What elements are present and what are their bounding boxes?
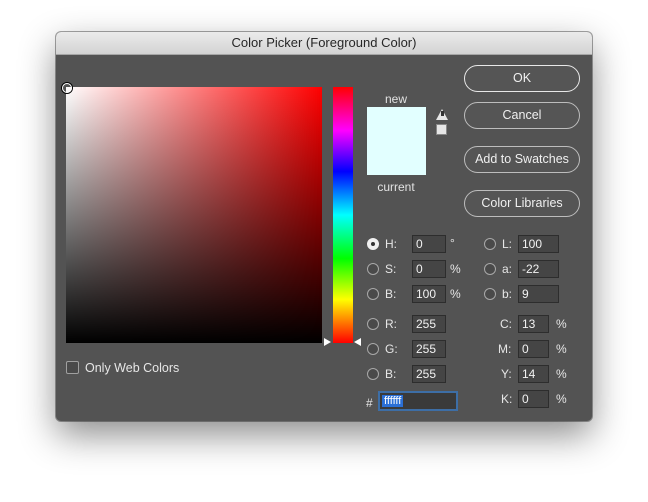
black-input[interactable]: 0 — [518, 390, 549, 408]
lightness-input[interactable]: 100 — [518, 235, 559, 253]
radio-blue[interactable] — [367, 368, 379, 380]
a-channel-label: a: — [502, 262, 513, 276]
yellow-unit: % — [556, 367, 567, 381]
a-channel-input[interactable]: -22 — [518, 260, 559, 278]
yellow-label: Y: — [501, 367, 512, 381]
radio-saturation[interactable] — [367, 263, 379, 275]
ok-button[interactable]: OK — [464, 65, 580, 92]
cyan-label: C: — [500, 317, 512, 331]
radio-a-channel[interactable] — [484, 263, 496, 275]
radio-b-channel[interactable] — [484, 288, 496, 300]
green-label: G: — [385, 342, 398, 356]
red-label: R: — [385, 317, 397, 331]
hue-slider[interactable] — [333, 87, 353, 343]
radio-brightness[interactable] — [367, 288, 379, 300]
green-input[interactable]: 255 — [412, 340, 446, 358]
new-label: new — [384, 92, 407, 106]
brightness-input[interactable]: 100 — [412, 285, 446, 303]
new-color-swatch — [367, 107, 426, 141]
out-of-gamut-warning-icon[interactable] — [436, 109, 448, 120]
cyan-input[interactable]: 13 — [518, 315, 549, 333]
saturation-unit: % — [450, 262, 461, 276]
color-field[interactable] — [66, 87, 322, 343]
black-label: K: — [501, 392, 513, 406]
radio-red[interactable] — [367, 318, 379, 330]
only-web-colors-label: Only Web Colors — [85, 361, 180, 375]
magenta-unit: % — [556, 342, 567, 356]
b-channel-input[interactable]: 9 — [518, 285, 559, 303]
hex-prefix: # — [366, 396, 373, 410]
color-libraries-button[interactable]: Color Libraries — [464, 190, 580, 217]
color-field-marker[interactable] — [62, 83, 72, 93]
color-picker-dialog: Color Picker (Foreground Color) new curr… — [56, 32, 592, 421]
hue-label: H: — [385, 237, 397, 251]
magenta-label: M: — [498, 342, 512, 356]
cyan-unit: % — [556, 317, 567, 331]
hue-slider-left-handle-icon[interactable] — [324, 338, 331, 346]
blue-label: B: — [385, 367, 397, 381]
hue-slider-right-handle-icon[interactable] — [354, 338, 361, 346]
hex-input[interactable]: ffffff — [378, 391, 458, 411]
radio-hue[interactable] — [367, 238, 379, 250]
lightness-label: L: — [502, 237, 513, 251]
blue-input[interactable]: 255 — [412, 365, 446, 383]
current-label: current — [377, 180, 415, 194]
hue-unit: ° — [450, 236, 455, 250]
b-channel-label: b: — [502, 287, 513, 301]
black-unit: % — [556, 392, 567, 406]
red-input[interactable]: 255 — [412, 315, 446, 333]
gamut-color-swatch[interactable] — [436, 124, 447, 135]
hue-input[interactable]: 0 — [412, 235, 446, 253]
brightness-unit: % — [450, 287, 461, 301]
radio-lightness[interactable] — [484, 238, 496, 250]
cancel-button[interactable]: Cancel — [464, 102, 580, 129]
saturation-input[interactable]: 0 — [412, 260, 446, 278]
brightness-label: B: — [385, 287, 397, 301]
yellow-input[interactable]: 14 — [518, 365, 549, 383]
magenta-input[interactable]: 0 — [518, 340, 549, 358]
dialog-title: Color Picker (Foreground Color) — [56, 32, 592, 55]
current-color-swatch[interactable] — [367, 141, 426, 175]
hex-value: ffffff — [382, 395, 404, 407]
only-web-colors-checkbox[interactable] — [66, 361, 79, 374]
add-to-swatches-button[interactable]: Add to Swatches — [464, 146, 580, 173]
saturation-label: S: — [385, 262, 397, 276]
radio-green[interactable] — [367, 343, 379, 355]
